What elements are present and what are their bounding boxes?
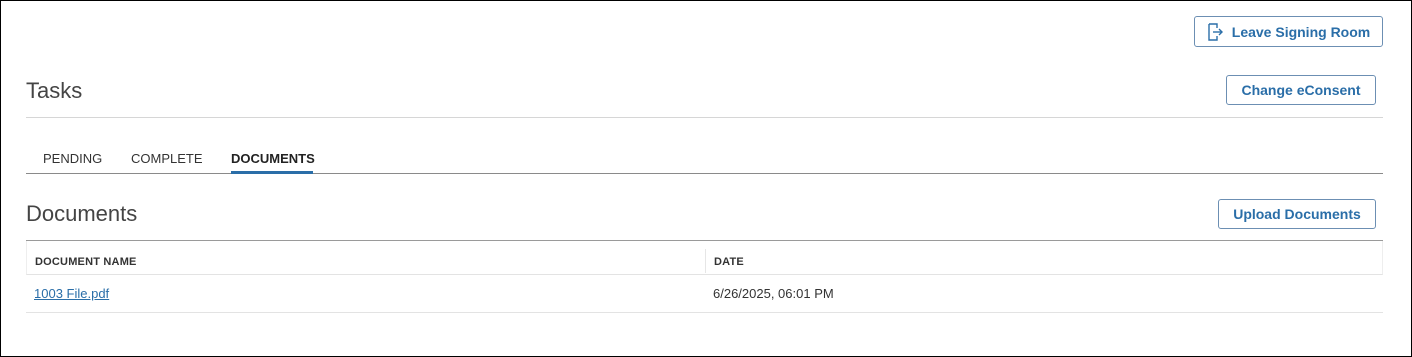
tab-pending[interactable]: PENDING [43,151,102,166]
divider [26,117,1383,118]
tab-complete[interactable]: COMPLETE [131,151,203,166]
document-date-cell: 6/26/2025, 06:01 PM [713,286,834,301]
documents-table: DOCUMENT NAME DATE 1003 File.pdf 6/26/20… [26,240,1383,313]
signing-room-panel: Leave Signing Room Tasks Change eConsent… [0,0,1412,357]
exit-door-icon [1207,22,1223,41]
tasks-title: Tasks [26,78,83,103]
table-row: 1003 File.pdf 6/26/2025, 06:01 PM [26,275,1383,313]
table-header: DOCUMENT NAME DATE [26,241,1383,275]
documents-title: Documents [26,201,138,226]
leave-signing-room-button[interactable]: Leave Signing Room [1194,16,1383,47]
tabs-baseline [26,173,1383,174]
change-econsent-button[interactable]: Change eConsent [1226,75,1376,105]
tab-documents[interactable]: DOCUMENTS [231,151,315,166]
task-tabs: PENDING COMPLETE DOCUMENTS [26,148,1383,175]
upload-documents-button[interactable]: Upload Documents [1218,199,1376,229]
leave-signing-room-label: Leave Signing Room [1231,23,1371,40]
column-header-document-name: DOCUMENT NAME [35,256,137,268]
column-header-date: DATE [705,249,744,273]
active-tab-indicator [231,171,313,174]
document-link[interactable]: 1003 File.pdf [34,286,109,301]
document-name-cell: 1003 File.pdf [34,286,109,301]
